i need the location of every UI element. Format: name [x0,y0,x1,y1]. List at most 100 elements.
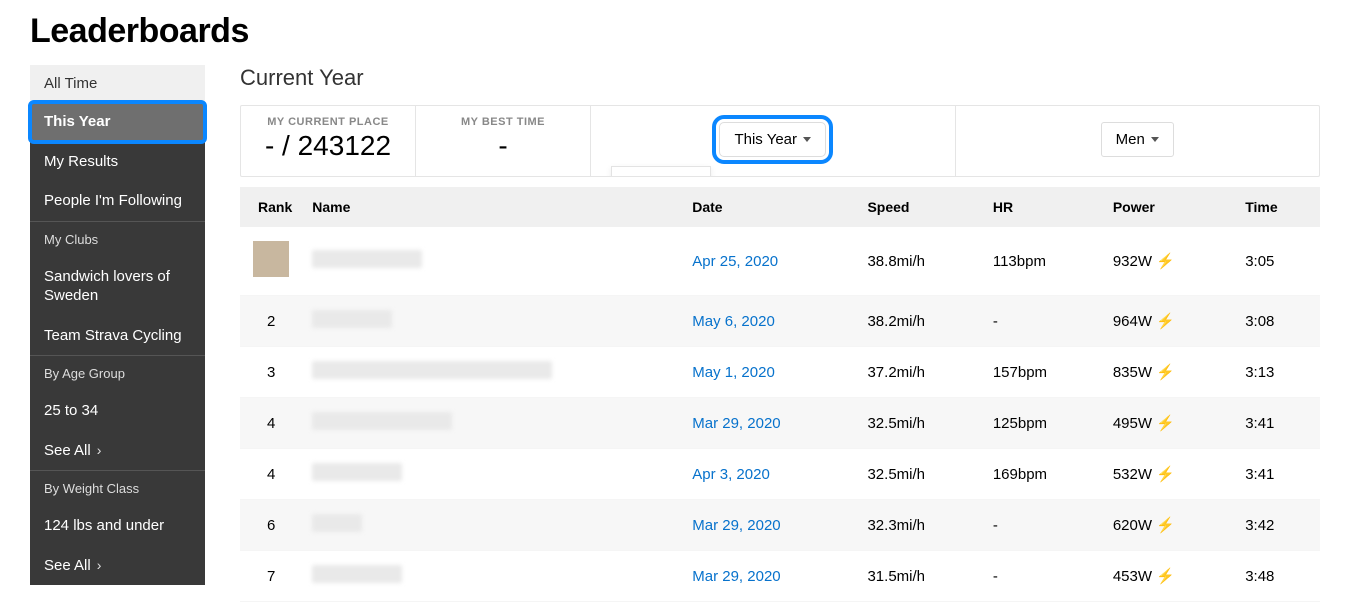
cell-name[interactable] [302,449,682,500]
bolt-icon: ⚡ [1156,364,1175,381]
cell-date[interactable]: May 1, 2020 [682,347,857,398]
cell-time: 3:08 [1235,296,1320,347]
cell-rank: 4 [240,398,302,449]
see-all-label: See All [44,441,91,461]
main-content: Current Year MY CURRENT PLACE - / 243122… [240,65,1320,602]
table-row: Apr 25, 202038.8mi/h113bpm932W⚡3:05 [240,227,1320,296]
cell-power: 453W⚡ [1103,551,1235,602]
cell-name[interactable] [302,227,682,296]
activity-date-link[interactable]: Mar 29, 2020 [692,568,780,585]
cell-speed: 32.5mi/h [857,398,982,449]
sidebar-item-my-results[interactable]: My Results [30,142,205,182]
best-time-label: MY BEST TIME [432,116,574,128]
col-power: Power [1103,187,1235,227]
caret-down-icon [803,137,811,142]
cell-name[interactable] [302,551,682,602]
col-name: Name [302,187,682,227]
cell-speed: 32.3mi/h [857,500,982,551]
best-time-value: - [432,130,574,162]
cell-rank: 3 [240,347,302,398]
cell-hr: - [983,296,1103,347]
cell-date[interactable]: Apr 3, 2020 [682,449,857,500]
cell-rank: 2 [240,296,302,347]
athlete-name-redacted [312,250,422,268]
see-all-label: See All [44,556,91,576]
sidebar-item-all-time[interactable]: All Time [30,65,205,102]
cell-date[interactable]: Mar 29, 2020 [682,500,857,551]
activity-date-link[interactable]: Apr 25, 2020 [692,253,778,270]
cell-time: 3:13 [1235,347,1320,398]
col-time: Time [1235,187,1320,227]
card-current-place: MY CURRENT PLACE - / 243122 [241,106,416,176]
cell-hr: 125bpm [983,398,1103,449]
sidebar-item-club-sandwich-lovers[interactable]: Sandwich lovers of Sweden [30,257,205,316]
activity-date-link[interactable]: Mar 29, 2020 [692,517,780,534]
col-date: Date [682,187,857,227]
current-place-label: MY CURRENT PLACE [257,116,399,128]
cell-name[interactable] [302,398,682,449]
table-row: 2 May 6, 2020 38.2mi/h-964W⚡3:08 [240,296,1320,347]
cell-name[interactable] [302,296,682,347]
cell-date[interactable]: Mar 29, 2020 [682,398,857,449]
cell-hr: 169bpm [983,449,1103,500]
cell-power: 964W⚡ [1103,296,1235,347]
bolt-icon: ⚡ [1156,568,1175,585]
cell-time: 3:48 [1235,551,1320,602]
activity-date-link[interactable]: Mar 29, 2020 [692,415,780,432]
cell-date[interactable]: Apr 25, 2020 [682,227,857,296]
cell-time: 3:41 [1235,398,1320,449]
col-speed: Speed [857,187,982,227]
bolt-icon: ⚡ [1156,253,1175,270]
cell-speed: 38.8mi/h [857,227,982,296]
avatar [253,241,289,277]
cell-power: 495W⚡ [1103,398,1235,449]
cell-power: 835W⚡ [1103,347,1235,398]
section-title: Current Year [240,65,1320,91]
cell-rank: 6 [240,500,302,551]
sidebar-item-age-see-all[interactable]: See All [30,431,205,471]
sidebar-item-club-team-strava[interactable]: Team Strava Cycling [30,316,205,356]
time-filter-dropdown-button[interactable]: This Year [719,122,826,157]
bolt-icon: ⚡ [1156,313,1175,330]
col-hr: HR [983,187,1103,227]
current-place-value: - / 243122 [257,130,399,162]
sidebar-label-weight-class: By Weight Class [30,470,205,506]
cell-date[interactable]: May 6, 2020 [682,296,857,347]
athlete-name-redacted [312,463,402,481]
cell-name[interactable] [302,500,682,551]
leaderboard-table: Rank Name Date Speed HR Power Time Apr 2… [240,187,1320,602]
table-row: 7Mar 29, 202031.5mi/h-453W⚡3:48 [240,551,1320,602]
sidebar-label-age-group: By Age Group [30,355,205,391]
sidebar-item-weight-see-all[interactable]: See All [30,546,205,586]
cell-speed: 38.2mi/h [857,296,982,347]
cell-time: 3:42 [1235,500,1320,551]
table-row: 4 Mar 29, 2020 32.5mi/h125bpm495W⚡3:41 [240,398,1320,449]
cell-hr: 157bpm [983,347,1103,398]
cell-name[interactable] [302,347,682,398]
cell-power: 620W⚡ [1103,500,1235,551]
activity-date-link[interactable]: May 1, 2020 [692,364,775,381]
bolt-icon: ⚡ [1156,415,1175,432]
activity-date-link[interactable]: Apr 3, 2020 [692,466,770,483]
gender-filter-dropdown-button[interactable]: Men [1101,122,1174,157]
cell-date[interactable]: Mar 29, 2020 [682,551,857,602]
caret-down-icon [1151,137,1159,142]
athlete-name-redacted [312,514,362,532]
sidebar-label-my-clubs: My Clubs [30,221,205,257]
activity-date-link[interactable]: May 6, 2020 [692,313,775,330]
card-best-time: MY BEST TIME - [416,106,591,176]
table-row: 4Apr 3, 202032.5mi/h169bpm532W⚡3:41 [240,449,1320,500]
time-option-today[interactable]: Today [612,175,710,177]
sidebar-item-weight-124[interactable]: 124 lbs and under [30,506,205,546]
sidebar-item-people-following[interactable]: People I'm Following [30,181,205,221]
sidebar-item-this-year[interactable]: This Year [30,102,205,142]
cell-power: 532W⚡ [1103,449,1235,500]
cell-time: 3:41 [1235,449,1320,500]
table-row: 3May 1, 202037.2mi/h157bpm835W⚡3:13 [240,347,1320,398]
time-filter-label: This Year [734,131,797,148]
bolt-icon: ⚡ [1156,466,1175,483]
sidebar-item-age-25-34[interactable]: 25 to 34 [30,391,205,431]
cell-rank: 4 [240,449,302,500]
athlete-name-redacted [312,565,402,583]
page-title: Leaderboards [30,12,1320,51]
